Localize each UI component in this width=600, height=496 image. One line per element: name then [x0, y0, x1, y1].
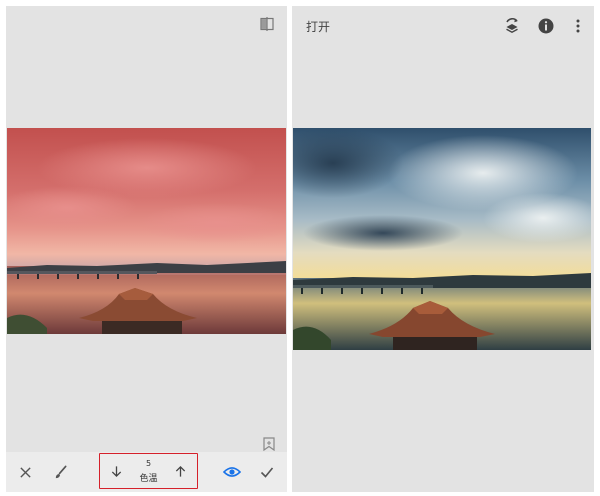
- close-icon[interactable]: [13, 460, 37, 484]
- bookmark-icon[interactable]: [263, 436, 275, 452]
- compare-icon[interactable]: [259, 16, 275, 32]
- edited-photo: [7, 128, 286, 334]
- top-bar: 打开: [292, 6, 594, 46]
- layers-undo-icon[interactable]: [503, 17, 521, 35]
- info-icon[interactable]: [537, 17, 555, 35]
- eye-icon[interactable]: [220, 460, 244, 484]
- editor-panel: 5 色温: [6, 6, 287, 492]
- original-photo: [293, 128, 591, 350]
- tool-bottom-bar: 5 色温: [6, 452, 287, 492]
- open-button[interactable]: 打开: [306, 18, 330, 35]
- arrow-up-icon[interactable]: [168, 459, 192, 483]
- more-vert-icon[interactable]: [569, 17, 587, 35]
- check-icon[interactable]: [255, 460, 279, 484]
- brush-icon[interactable]: [48, 460, 72, 484]
- main-panel: 打开: [292, 6, 594, 492]
- temperature-adjuster[interactable]: 5 色温: [99, 453, 198, 489]
